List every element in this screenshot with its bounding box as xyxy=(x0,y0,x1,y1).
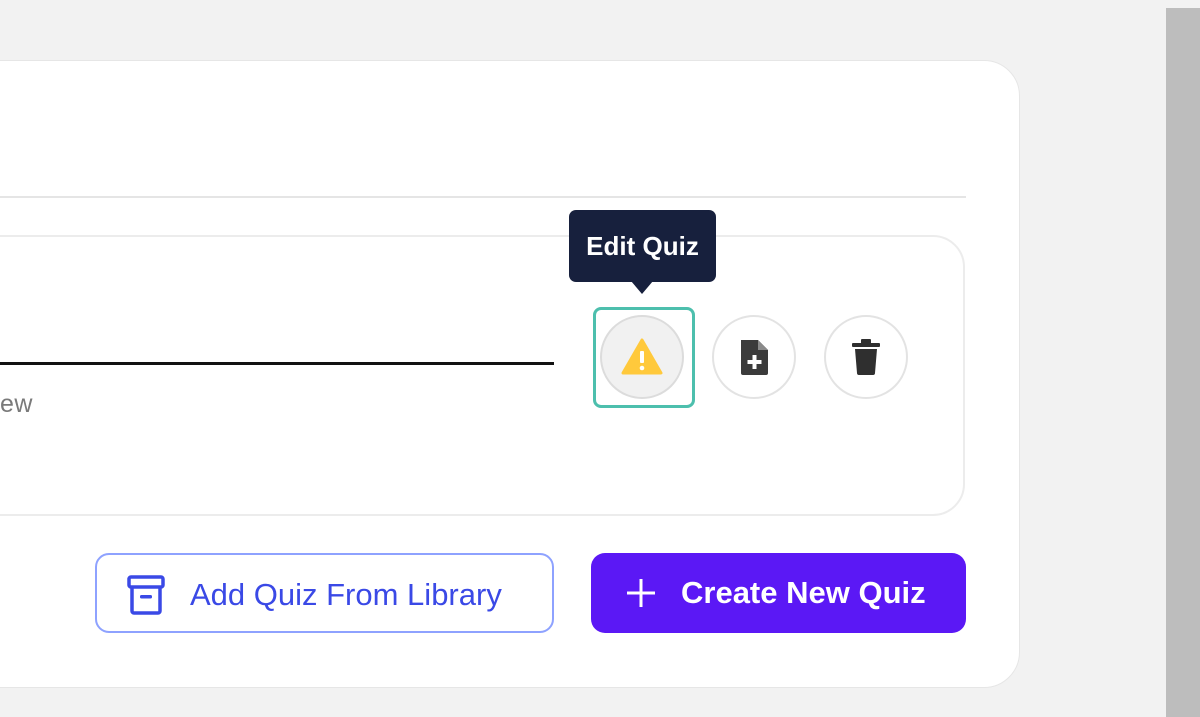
add-quiz-from-library-button[interactable]: Add Quiz From Library xyxy=(95,553,554,633)
create-new-quiz-button[interactable]: Create New Quiz xyxy=(591,553,966,633)
warning-triangle-icon xyxy=(621,338,663,375)
quiz-title-underline xyxy=(0,362,554,365)
edit-quiz-button[interactable] xyxy=(600,315,684,399)
plus-icon xyxy=(626,578,656,613)
quiz-preview-text: ew xyxy=(0,390,33,418)
create-new-quiz-label: Create New Quiz xyxy=(681,575,926,610)
quiz-item-card xyxy=(0,235,965,516)
edit-quiz-tooltip: Edit Quiz xyxy=(569,210,716,282)
tooltip-arrow xyxy=(631,281,653,294)
delete-quiz-button[interactable] xyxy=(824,315,908,399)
scrollbar[interactable] xyxy=(1166,8,1200,717)
trash-icon xyxy=(852,339,880,375)
add-quiz-from-library-label: Add Quiz From Library xyxy=(190,577,502,612)
file-plus-icon xyxy=(741,340,768,375)
section-divider xyxy=(0,196,966,198)
add-page-button[interactable] xyxy=(712,315,796,399)
archive-box-icon xyxy=(127,575,165,620)
